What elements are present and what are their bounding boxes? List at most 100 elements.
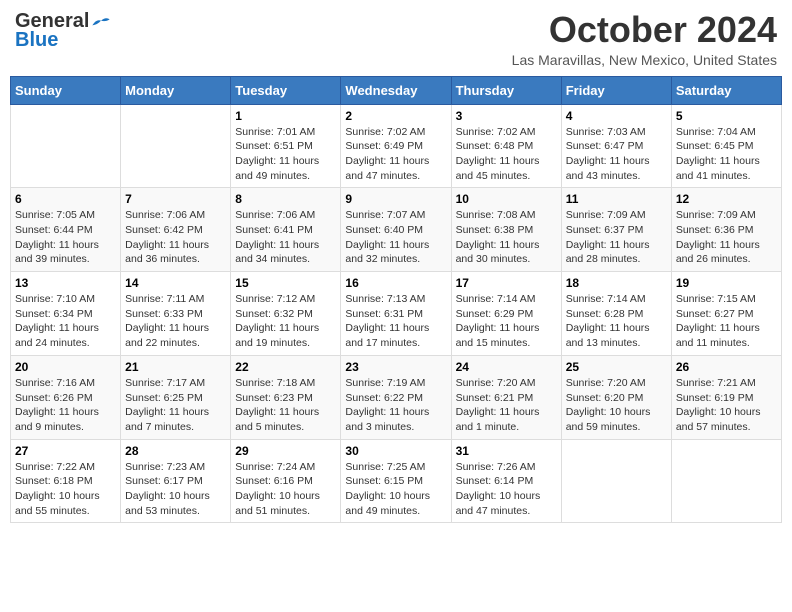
day-info: Sunrise: 7:06 AMSunset: 6:41 PMDaylight:… bbox=[235, 208, 336, 267]
day-number: 26 bbox=[676, 360, 777, 374]
day-info: Sunrise: 7:25 AMSunset: 6:15 PMDaylight:… bbox=[345, 460, 446, 519]
day-number: 31 bbox=[456, 444, 557, 458]
day-cell bbox=[11, 104, 121, 188]
day-number: 29 bbox=[235, 444, 336, 458]
day-cell: 23 Sunrise: 7:19 AMSunset: 6:22 PMDayligh… bbox=[341, 355, 451, 439]
day-cell: 6Sunrise: 7:05 AMSunset: 6:44 PMDaylight… bbox=[11, 188, 121, 272]
day-number: 1 bbox=[235, 109, 336, 123]
day-number: 7 bbox=[125, 192, 226, 206]
logo-bird-icon bbox=[91, 15, 111, 29]
day-info: Sunrise: 7:13 AMSunset: 6:31 PMDaylight:… bbox=[345, 292, 446, 351]
day-cell: 22 Sunrise: 7:18 AMSunset: 6:23 PMDayligh… bbox=[231, 355, 341, 439]
logo: General Blue bbox=[15, 10, 111, 52]
logo-blue-text: Blue bbox=[15, 29, 58, 52]
day-cell: 12 Sunrise: 7:09 AMSunset: 6:36 PMDayligh… bbox=[671, 188, 781, 272]
week-row-4: 20Sunrise: 7:16 AMSunset: 6:26 PMDayligh… bbox=[11, 355, 782, 439]
day-number: 18 bbox=[566, 276, 667, 290]
day-cell: 14Sunrise: 7:11 AMSunset: 6:33 PMDayligh… bbox=[121, 272, 231, 356]
day-info: Sunrise: 7:09 AMSunset: 6:36 PMDaylight:… bbox=[676, 208, 777, 267]
day-number: 19 bbox=[676, 276, 777, 290]
day-info: Sunrise: 7:02 AMSunset: 6:49 PMDaylight:… bbox=[345, 125, 446, 184]
day-cell: 9 Sunrise: 7:07 AMSunset: 6:40 PMDaylight… bbox=[341, 188, 451, 272]
day-info: Sunrise: 7:02 AMSunset: 6:48 PMDaylight:… bbox=[456, 125, 557, 184]
calendar-table: SundayMondayTuesdayWednesdayThursdayFrid… bbox=[10, 76, 782, 524]
day-number: 17 bbox=[456, 276, 557, 290]
day-number: 22 bbox=[235, 360, 336, 374]
month-title: October 2024 bbox=[512, 10, 777, 50]
calendar-body: 1Sunrise: 7:01 AMSunset: 6:51 PMDaylight… bbox=[11, 104, 782, 523]
header-friday: Friday bbox=[561, 76, 671, 104]
title-section: October 2024 Las Maravillas, New Mexico,… bbox=[512, 10, 777, 68]
week-row-1: 1Sunrise: 7:01 AMSunset: 6:51 PMDaylight… bbox=[11, 104, 782, 188]
day-info: Sunrise: 7:12 AMSunset: 6:32 PMDaylight:… bbox=[235, 292, 336, 351]
day-info: Sunrise: 7:24 AMSunset: 6:16 PMDaylight:… bbox=[235, 460, 336, 519]
day-cell: 19 Sunrise: 7:15 AMSunset: 6:27 PMDayligh… bbox=[671, 272, 781, 356]
day-info: Sunrise: 7:10 AMSunset: 6:34 PMDaylight:… bbox=[15, 292, 116, 351]
day-cell: 20Sunrise: 7:16 AMSunset: 6:26 PMDayligh… bbox=[11, 355, 121, 439]
day-number: 8 bbox=[235, 192, 336, 206]
header-monday: Monday bbox=[121, 76, 231, 104]
day-info: Sunrise: 7:20 AMSunset: 6:20 PMDaylight:… bbox=[566, 376, 667, 435]
day-info: Sunrise: 7:14 AMSunset: 6:29 PMDaylight:… bbox=[456, 292, 557, 351]
day-number: 24 bbox=[456, 360, 557, 374]
day-cell: 16 Sunrise: 7:13 AMSunset: 6:31 PMDayligh… bbox=[341, 272, 451, 356]
day-number: 9 bbox=[345, 192, 446, 206]
day-number: 4 bbox=[566, 109, 667, 123]
day-info: Sunrise: 7:08 AMSunset: 6:38 PMDaylight:… bbox=[456, 208, 557, 267]
day-info: Sunrise: 7:26 AMSunset: 6:14 PMDaylight:… bbox=[456, 460, 557, 519]
day-cell: 28 Sunrise: 7:23 AMSunset: 6:17 PMDayligh… bbox=[121, 439, 231, 523]
day-number: 3 bbox=[456, 109, 557, 123]
day-number: 23 bbox=[345, 360, 446, 374]
day-number: 16 bbox=[345, 276, 446, 290]
header-thursday: Thursday bbox=[451, 76, 561, 104]
day-info: Sunrise: 7:23 AMSunset: 6:17 PMDaylight:… bbox=[125, 460, 226, 519]
day-cell: 31 Sunrise: 7:26 AMSunset: 6:14 PMDayligh… bbox=[451, 439, 561, 523]
day-cell: 18 Sunrise: 7:14 AMSunset: 6:28 PMDayligh… bbox=[561, 272, 671, 356]
day-number: 21 bbox=[125, 360, 226, 374]
day-cell: 7 Sunrise: 7:06 AMSunset: 6:42 PMDaylight… bbox=[121, 188, 231, 272]
header-saturday: Saturday bbox=[671, 76, 781, 104]
day-cell: 3 Sunrise: 7:02 AMSunset: 6:48 PMDaylight… bbox=[451, 104, 561, 188]
header-tuesday: Tuesday bbox=[231, 76, 341, 104]
day-cell: 1Sunrise: 7:01 AMSunset: 6:51 PMDaylight… bbox=[231, 104, 341, 188]
day-info: Sunrise: 7:15 AMSunset: 6:27 PMDaylight:… bbox=[676, 292, 777, 351]
day-info: Sunrise: 7:22 AMSunset: 6:18 PMDaylight:… bbox=[15, 460, 116, 519]
day-cell: 24 Sunrise: 7:20 AMSunset: 6:21 PMDayligh… bbox=[451, 355, 561, 439]
header-sunday: Sunday bbox=[11, 76, 121, 104]
day-number: 10 bbox=[456, 192, 557, 206]
day-number: 25 bbox=[566, 360, 667, 374]
day-cell: 21 Sunrise: 7:17 AMSunset: 6:25 PMDayligh… bbox=[121, 355, 231, 439]
day-cell bbox=[561, 439, 671, 523]
day-cell: 8 Sunrise: 7:06 AMSunset: 6:41 PMDaylight… bbox=[231, 188, 341, 272]
day-number: 27 bbox=[15, 444, 116, 458]
day-cell: 26 Sunrise: 7:21 AMSunset: 6:19 PMDayligh… bbox=[671, 355, 781, 439]
day-cell: 2 Sunrise: 7:02 AMSunset: 6:49 PMDaylight… bbox=[341, 104, 451, 188]
day-number: 12 bbox=[676, 192, 777, 206]
day-number: 30 bbox=[345, 444, 446, 458]
day-info: Sunrise: 7:18 AMSunset: 6:23 PMDaylight:… bbox=[235, 376, 336, 435]
day-cell: 30 Sunrise: 7:25 AMSunset: 6:15 PMDayligh… bbox=[341, 439, 451, 523]
page-header: General Blue October 2024 Las Maravillas… bbox=[10, 10, 782, 68]
day-number: 20 bbox=[15, 360, 116, 374]
day-number: 2 bbox=[345, 109, 446, 123]
day-info: Sunrise: 7:04 AMSunset: 6:45 PMDaylight:… bbox=[676, 125, 777, 184]
day-info: Sunrise: 7:19 AMSunset: 6:22 PMDaylight:… bbox=[345, 376, 446, 435]
day-info: Sunrise: 7:20 AMSunset: 6:21 PMDaylight:… bbox=[456, 376, 557, 435]
day-number: 6 bbox=[15, 192, 116, 206]
day-info: Sunrise: 7:07 AMSunset: 6:40 PMDaylight:… bbox=[345, 208, 446, 267]
week-row-5: 27 Sunrise: 7:22 AMSunset: 6:18 PMDayligh… bbox=[11, 439, 782, 523]
day-cell bbox=[121, 104, 231, 188]
week-row-3: 13 Sunrise: 7:10 AMSunset: 6:34 PMDayligh… bbox=[11, 272, 782, 356]
day-info: Sunrise: 7:06 AMSunset: 6:42 PMDaylight:… bbox=[125, 208, 226, 267]
day-info: Sunrise: 7:21 AMSunset: 6:19 PMDaylight:… bbox=[676, 376, 777, 435]
day-number: 15 bbox=[235, 276, 336, 290]
day-number: 13 bbox=[15, 276, 116, 290]
day-number: 11 bbox=[566, 192, 667, 206]
day-info: Sunrise: 7:17 AMSunset: 6:25 PMDaylight:… bbox=[125, 376, 226, 435]
day-number: 5 bbox=[676, 109, 777, 123]
day-info: Sunrise: 7:11 AMSunset: 6:33 PMDaylight:… bbox=[125, 292, 226, 351]
day-number: 28 bbox=[125, 444, 226, 458]
day-info: Sunrise: 7:14 AMSunset: 6:28 PMDaylight:… bbox=[566, 292, 667, 351]
day-cell: 17 Sunrise: 7:14 AMSunset: 6:29 PMDayligh… bbox=[451, 272, 561, 356]
location-title: Las Maravillas, New Mexico, United State… bbox=[512, 52, 777, 68]
